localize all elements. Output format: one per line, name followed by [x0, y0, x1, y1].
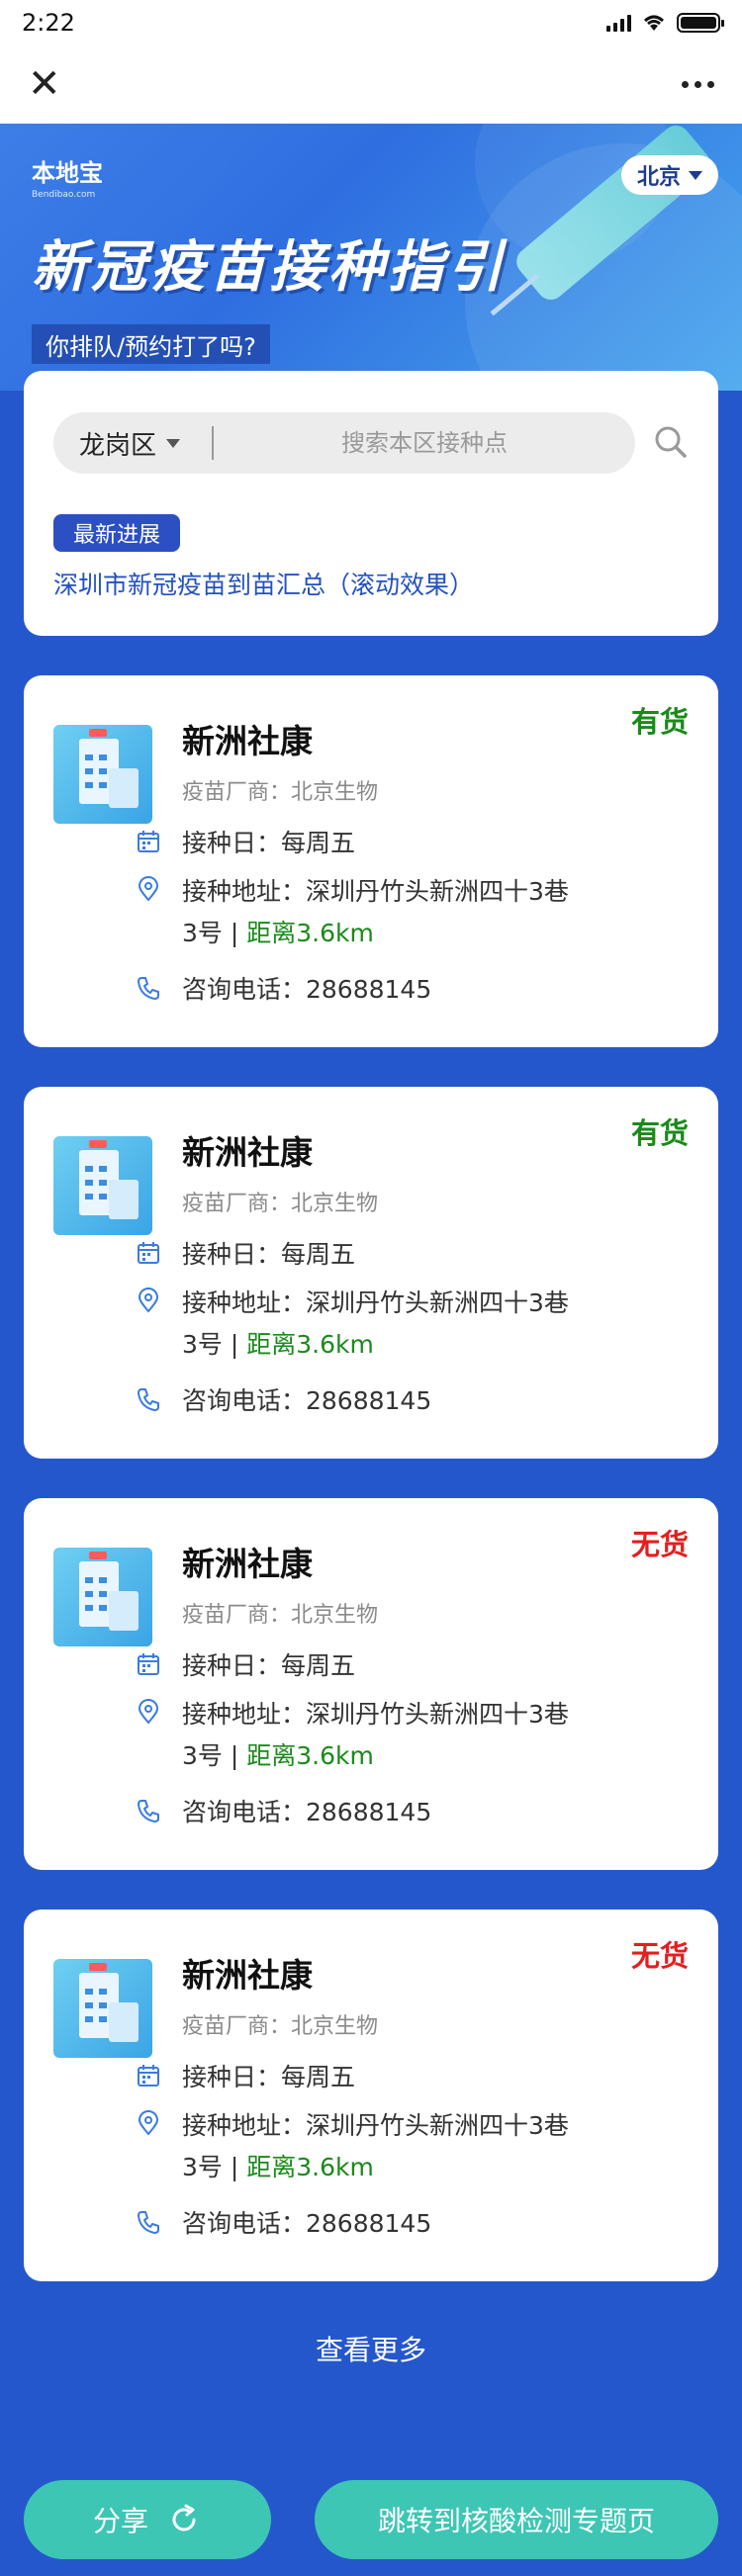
phone-row[interactable]: 咨询电话：28688145	[138, 970, 432, 1006]
vaccination-day: 接种日：每周五	[182, 829, 356, 857]
vaccination-day-row: 接种日：每周五	[138, 824, 356, 859]
location-icon	[138, 2110, 159, 2136]
city-selector[interactable]: 北京	[620, 155, 718, 195]
address-row[interactable]: 接种地址：深圳丹竹头新洲四十3巷3号 | 距离3.6km	[138, 2105, 578, 2188]
address-text: 接种地址：深圳丹竹头新洲四十3巷3号	[182, 1700, 569, 1770]
phone-icon	[138, 1800, 159, 1822]
phone-icon	[138, 977, 159, 1000]
search-icon[interactable]	[651, 422, 691, 462]
clinic-card[interactable]: 新洲社康 有货 疫苗厂商：北京生物 接种日：每周五 接种地址：深圳丹竹头新洲四十…	[24, 675, 718, 1047]
distance-text: 距离3.6km	[246, 1741, 374, 1770]
phone-icon	[138, 2211, 159, 2234]
calendar-icon	[138, 1242, 159, 1264]
location-icon	[138, 1288, 159, 1313]
city-label: 北京	[636, 165, 681, 190]
vaccination-day-row: 接种日：每周五	[138, 1235, 356, 1271]
stock-status: 无货	[630, 1939, 689, 1973]
clinic-card[interactable]: 新洲社康 有货 疫苗厂商：北京生物 接种日：每周五 接种地址：深圳丹竹头新洲四十…	[24, 1087, 718, 1459]
clinic-card[interactable]: 新洲社康 无货 疫苗厂商：北京生物 接种日：每周五 接种地址：深圳丹竹头新洲四十…	[24, 1498, 718, 1870]
jump-to-nucleic-test-button[interactable]: 跳转到核酸检测专题页	[315, 2480, 718, 2559]
calendar-icon	[138, 2065, 159, 2087]
logo-subtext: Bendibao.com	[32, 190, 96, 200]
vaccination-day: 接种日：每周五	[182, 2063, 356, 2091]
search-input[interactable]	[214, 428, 635, 458]
news-badge: 最新进展	[53, 514, 181, 552]
status-time: 2:22	[22, 8, 75, 37]
stock-status: 有货	[630, 705, 689, 739]
stock-status: 有货	[630, 1116, 689, 1150]
phone-row[interactable]: 咨询电话：28688145	[138, 2204, 432, 2240]
distance-text: 距离3.6km	[246, 2153, 374, 2181]
vendor-text: 疫苗厂商：北京生物	[182, 780, 379, 805]
address-row[interactable]: 接种地址：深圳丹竹头新洲四十3巷3号 | 距离3.6km	[138, 871, 578, 954]
refresh-icon	[172, 2504, 196, 2532]
district-label: 龙岗区	[79, 430, 157, 461]
clinic-name: 新洲社康	[182, 722, 313, 760]
phone-icon	[138, 1388, 159, 1411]
banner-subtitle: 你排队/预约打了吗?	[32, 324, 270, 364]
phone-text: 咨询电话：28688145	[182, 1798, 432, 1826]
vendor-text: 疫苗厂商：北京生物	[182, 1192, 379, 1216]
clinic-building-icon	[53, 1959, 152, 2058]
chevron-down-icon	[166, 438, 181, 448]
address-text: 接种地址：深圳丹竹头新洲四十3巷3号	[182, 877, 569, 947]
search-bar: 龙岗区	[53, 412, 635, 474]
load-more-link[interactable]: 查看更多	[0, 2329, 742, 2368]
phone-text: 咨询电话：28688145	[182, 1386, 432, 1415]
address-block: 接种地址：深圳丹竹头新洲四十3巷3号 | 距离3.6km	[182, 2111, 569, 2181]
address-block: 接种地址：深圳丹竹头新洲四十3巷3号 | 距离3.6km	[182, 1288, 569, 1359]
vaccination-day-row: 接种日：每周五	[138, 1646, 356, 1682]
calendar-icon	[138, 1653, 159, 1675]
vendor-text: 疫苗厂商：北京生物	[182, 2014, 379, 2039]
logo-text: 本地宝	[32, 159, 103, 187]
stock-status: 无货	[630, 1528, 689, 1561]
phone-row[interactable]: 咨询电话：28688145	[138, 1381, 432, 1417]
distance-text: 距离3.6km	[246, 1330, 374, 1359]
share-button[interactable]: 分享	[24, 2480, 271, 2559]
address-text: 接种地址：深圳丹竹头新洲四十3巷3号	[182, 1288, 569, 1359]
phone-text: 咨询电话：28688145	[182, 975, 432, 1004]
location-icon	[138, 1699, 159, 1725]
distance-text: 距离3.6km	[246, 919, 374, 947]
wifi-icon	[644, 15, 664, 31]
clinic-building-icon	[53, 725, 152, 824]
status-bar: 2:22	[0, 0, 742, 44]
nav-bar: ✕	[0, 44, 742, 124]
clinic-name: 新洲社康	[182, 1133, 313, 1172]
share-label: 分享	[92, 2505, 148, 2537]
banner: 本地宝 Bendibao.com 北京 新冠疫苗接种指引 你排队/预约打了吗?	[0, 124, 742, 391]
more-icon[interactable]	[682, 80, 714, 88]
district-selector[interactable]: 龙岗区	[53, 425, 212, 462]
clinic-building-icon	[53, 1548, 152, 1646]
calendar-icon	[138, 831, 159, 852]
address-block: 接种地址：深圳丹竹头新洲四十3巷3号 | 距离3.6km	[182, 877, 569, 947]
vaccination-day-row: 接种日：每周五	[138, 2058, 356, 2093]
address-row[interactable]: 接种地址：深圳丹竹头新洲四十3巷3号 | 距离3.6km	[138, 1694, 578, 1777]
clinic-name: 新洲社康	[182, 1545, 313, 1583]
chevron-down-icon	[689, 170, 702, 180]
vaccination-day: 接种日：每周五	[182, 1651, 356, 1680]
clinic-building-icon	[53, 1136, 152, 1235]
news-link[interactable]: 深圳市新冠疫苗到苗汇总（滚动效果）	[53, 566, 474, 601]
phone-text: 咨询电话：28688145	[182, 2209, 432, 2238]
signal-icon	[606, 14, 631, 32]
search-card: 龙岗区 最新进展 深圳市新冠疫苗到苗汇总（滚动效果）	[24, 371, 718, 636]
clinic-card[interactable]: 新洲社康 无货 疫苗厂商：北京生物 接种日：每周五 接种地址：深圳丹竹头新洲四十…	[24, 1910, 718, 2281]
address-text: 接种地址：深圳丹竹头新洲四十3巷3号	[182, 2111, 569, 2181]
close-icon[interactable]: ✕	[28, 64, 61, 104]
vendor-text: 疫苗厂商：北京生物	[182, 1603, 379, 1628]
clinic-name: 新洲社康	[182, 1956, 313, 1995]
page-title: 新冠疫苗接种指引	[32, 235, 507, 300]
status-icons	[606, 12, 724, 33]
phone-row[interactable]: 咨询电话：28688145	[138, 1793, 432, 1828]
address-row[interactable]: 接种地址：深圳丹竹头新洲四十3巷3号 | 距离3.6km	[138, 1283, 578, 1366]
location-icon	[138, 876, 159, 902]
address-block: 接种地址：深圳丹竹头新洲四十3巷3号 | 距离3.6km	[182, 1700, 569, 1770]
battery-icon	[677, 12, 724, 33]
vaccination-day: 接种日：每周五	[182, 1240, 356, 1269]
logo: 本地宝 Bendibao.com	[32, 153, 103, 200]
